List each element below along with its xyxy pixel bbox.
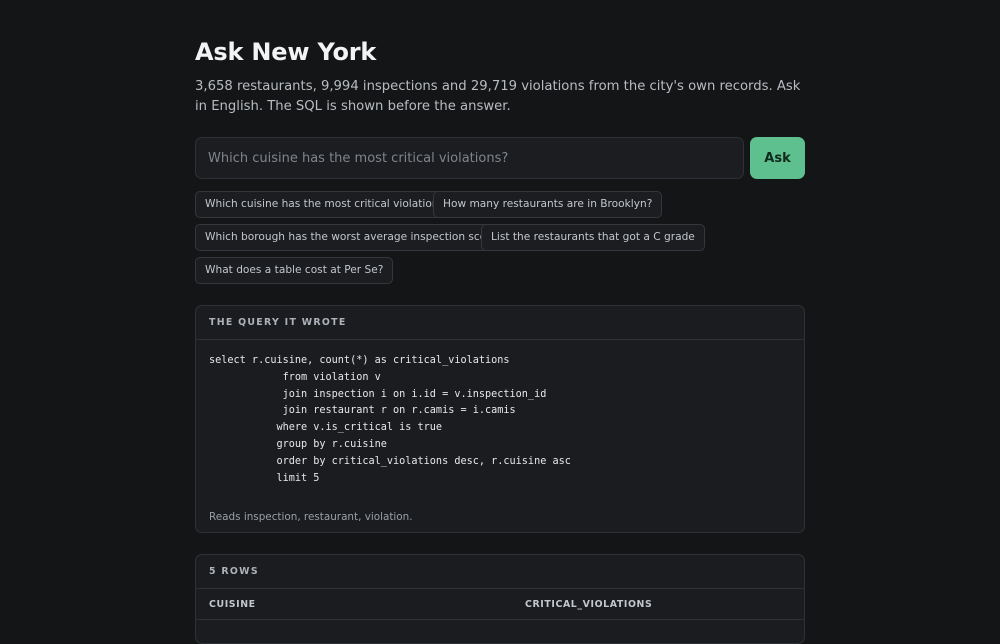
column-header-cuisine[interactable]: CUISINE xyxy=(209,599,256,610)
suggestion-chip-per-se[interactable]: What does a table cost at Per Se? xyxy=(195,257,394,284)
suggestion-chip-cuisine-critical[interactable]: Which cuisine has the most critical viol… xyxy=(195,191,460,218)
query-panel: THE QUERY IT WROTE select r.cuisine, cou… xyxy=(195,305,805,533)
sql-code-block: select r.cuisine, count(*) as critical_v… xyxy=(209,355,571,484)
suggestion-chip-borough-score[interactable]: Which borough has the worst average insp… xyxy=(195,224,513,251)
table-header-divider xyxy=(196,619,804,620)
query-panel-heading: THE QUERY IT WROTE xyxy=(196,306,804,340)
results-panel: 5 ROWS CUISINE CRITICAL_VIOLATIONS xyxy=(195,554,805,644)
suggestion-chip-brooklyn-count[interactable]: How many restaurants are in Brooklyn? xyxy=(433,191,663,218)
results-row-count: 5 ROWS xyxy=(196,555,804,589)
search-row: Ask xyxy=(195,137,805,179)
page-subtitle: 3,658 restaurants, 9,994 inspections and… xyxy=(195,79,801,114)
ask-button[interactable]: Ask xyxy=(750,137,805,179)
page-title: Ask New York xyxy=(195,38,377,66)
column-header-critical-violations[interactable]: CRITICAL_VIOLATIONS xyxy=(525,599,652,610)
tables-read-note: Reads inspection, restaurant, violation. xyxy=(209,511,413,523)
suggestion-chip-c-grade[interactable]: List the restaurants that got a C grade xyxy=(481,224,705,251)
question-input[interactable] xyxy=(195,137,744,179)
